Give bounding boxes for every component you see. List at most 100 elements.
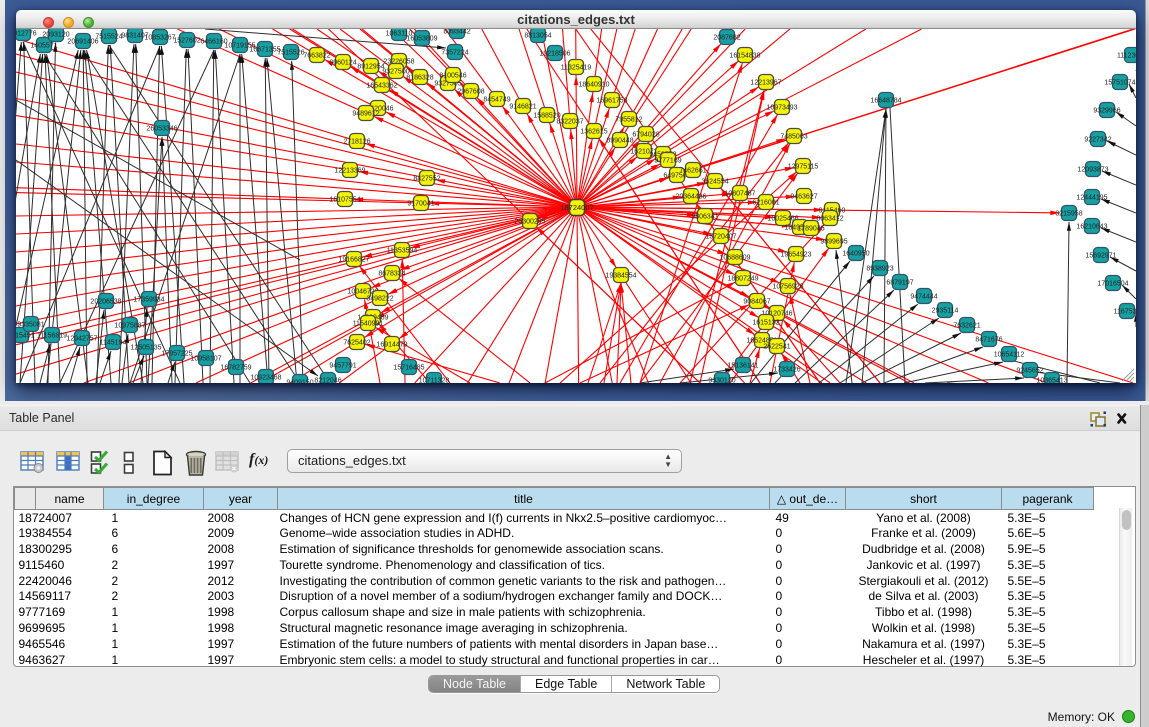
svg-text:16648784: 16648784	[870, 98, 901, 105]
svg-text:16154838: 16154838	[729, 53, 760, 60]
svg-text:10923468: 10923468	[250, 375, 281, 382]
svg-text:17016504: 17016504	[1097, 281, 1128, 288]
svg-text:1615132: 1615132	[752, 320, 779, 327]
svg-text:10365413: 10365413	[1036, 378, 1067, 383]
svg-text:15716485: 15716485	[393, 365, 424, 372]
svg-text:18807249: 18807249	[727, 276, 758, 283]
svg-text:2093120: 2093120	[42, 32, 69, 39]
svg-text:19384554: 19384554	[605, 273, 636, 280]
svg-text:8813054: 8813054	[524, 33, 551, 40]
svg-text:10756928: 10756928	[772, 284, 803, 291]
svg-text:8938923: 8938923	[866, 266, 893, 273]
svg-text:9012776: 9012776	[16, 31, 37, 38]
svg-text:9474444: 9474444	[910, 294, 937, 301]
svg-text:9335081: 9335081	[17, 322, 44, 329]
svg-text:9146821: 9146821	[509, 104, 536, 111]
svg-text:7625402: 7625402	[343, 340, 370, 347]
svg-text:12444195: 12444195	[1076, 195, 1107, 202]
svg-text:8990448: 8990448	[606, 138, 633, 145]
svg-text:16961758: 16961758	[596, 98, 627, 105]
svg-text:10958107: 10958107	[190, 356, 221, 363]
svg-text:12942757: 12942757	[66, 336, 97, 343]
svg-text:11123056: 11123056	[1117, 53, 1136, 60]
svg-text:10973493: 10973493	[766, 105, 797, 112]
svg-text:10688609: 10688609	[719, 255, 750, 262]
svg-text:3215958: 3215958	[1055, 211, 1082, 218]
svg-text:1167533: 1167533	[1114, 309, 1136, 316]
svg-text:8100546: 8100546	[439, 73, 466, 80]
svg-text:16210643: 16210643	[1076, 224, 1107, 231]
svg-text:9409150: 9409150	[286, 380, 313, 383]
svg-text:1145194: 1145194	[100, 340, 127, 347]
svg-text:17957225: 17957225	[161, 351, 192, 358]
svg-text:12505135: 12505135	[130, 345, 161, 352]
svg-text:9457791: 9457791	[329, 363, 356, 370]
svg-text:9170041: 9170041	[407, 201, 434, 208]
svg-text:15720407: 15720407	[705, 234, 736, 241]
svg-text:10853267: 10853267	[144, 35, 175, 42]
svg-text:16914479: 16914479	[376, 342, 407, 349]
svg-text:1640950: 1640950	[842, 251, 869, 258]
svg-text:8322037: 8322037	[556, 119, 583, 126]
svg-text:12213369: 12213369	[334, 168, 365, 175]
svg-text:26053346: 26053346	[146, 126, 177, 133]
svg-text:7955812: 7955812	[615, 117, 642, 124]
svg-text:20364436: 20364436	[675, 194, 706, 201]
svg-text:7632621: 7632621	[953, 323, 980, 330]
svg-text:7357224: 7357224	[441, 50, 468, 57]
svg-text:9330120: 9330120	[708, 378, 735, 383]
svg-text:16107554: 16107554	[329, 197, 360, 204]
svg-text:8912954: 8912954	[357, 64, 384, 71]
svg-text:16543362: 16543362	[366, 83, 397, 90]
svg-text:6794028: 6794028	[632, 132, 659, 139]
svg-text:25300295: 25300295	[514, 219, 545, 226]
svg-text:16782759: 16782759	[220, 365, 251, 372]
svg-text:20691406: 20691406	[67, 39, 98, 46]
svg-text:8093442: 8093442	[443, 29, 470, 36]
svg-text:9463627: 9463627	[790, 194, 817, 201]
svg-text:3498222: 3498222	[366, 296, 393, 303]
svg-text:11325419: 11325419	[561, 65, 592, 72]
svg-text:9245652: 9245652	[1016, 368, 1043, 375]
svg-text:19218506: 19218506	[539, 51, 570, 58]
svg-text:9489612: 9489612	[352, 111, 379, 118]
svg-text:8212046: 8212046	[314, 378, 341, 383]
svg-text:3624554: 3624554	[701, 179, 728, 186]
svg-text:12975115: 12975115	[788, 164, 819, 171]
svg-text:15692971: 15692971	[1085, 253, 1116, 260]
svg-text:8960124: 8960124	[329, 60, 356, 67]
svg-text:7462661: 7462661	[679, 168, 706, 175]
svg-text:2087682: 2087682	[713, 35, 740, 42]
svg-text:1789045: 1789045	[797, 226, 824, 233]
svg-text:1405571: 1405571	[30, 43, 57, 50]
svg-text:6216001: 6216001	[752, 200, 779, 207]
svg-text:10654112: 10654112	[994, 352, 1025, 359]
svg-text:8678334: 8678334	[378, 271, 405, 278]
svg-text:18724007: 18724007	[560, 203, 593, 212]
svg-text:9329966: 9329966	[1093, 108, 1120, 115]
svg-text:9227342: 9227342	[1084, 137, 1111, 144]
svg-text:8186328: 8186328	[406, 75, 433, 82]
svg-text:17359934: 17359934	[133, 297, 164, 304]
svg-text:8454749: 8454749	[483, 97, 510, 104]
svg-text:1527602: 1527602	[173, 38, 200, 45]
svg-text:8063412: 8063412	[816, 216, 843, 223]
svg-text:16671355: 16671355	[249, 47, 280, 54]
svg-text:10711328: 10711328	[419, 378, 450, 383]
svg-text:19654923: 19654923	[780, 252, 811, 259]
svg-text:3915491: 3915491	[16, 333, 35, 340]
svg-text:8427552: 8427552	[413, 176, 440, 183]
svg-text:9806341: 9806341	[691, 214, 718, 221]
svg-text:10807487: 10807487	[724, 191, 755, 198]
svg-text:2522541: 2522541	[763, 344, 790, 351]
svg-text:2967608: 2967608	[457, 89, 484, 96]
svg-text:7515526: 7515526	[277, 50, 304, 57]
svg-text:16053809: 16053809	[406, 36, 437, 43]
svg-text:6879197: 6879197	[886, 280, 913, 287]
svg-text:20206538: 20206538	[90, 299, 121, 306]
svg-text:7485063: 7485063	[780, 134, 807, 141]
svg-text:9084067: 9084067	[743, 299, 770, 306]
svg-text:10975887: 10975887	[114, 323, 145, 330]
svg-text:19166827: 19166827	[338, 257, 369, 264]
svg-text:18640910: 18640910	[578, 82, 609, 89]
